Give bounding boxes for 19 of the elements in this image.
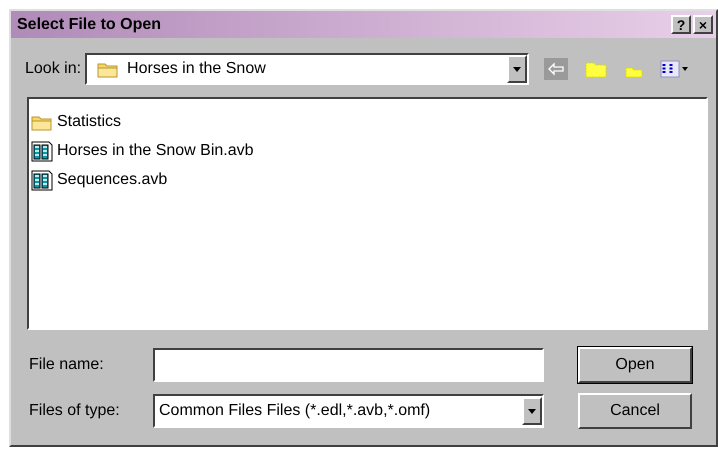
film-file-icon	[31, 168, 53, 190]
file-item[interactable]: Sequences.avb	[57, 170, 168, 188]
film-file-icon	[31, 140, 53, 162]
file-item[interactable]: Statistics	[57, 112, 122, 130]
file-type-label: Files of type:	[29, 402, 121, 420]
file-name-label: File name:	[29, 356, 105, 374]
file-type-dropdown[interactable]: Common Files Files (*.edl,*.avb,*.omf)	[153, 394, 544, 428]
cancel-button[interactable]: Cancel	[578, 393, 692, 429]
open-button[interactable]: Open	[578, 347, 692, 383]
file-item[interactable]: Horses in the Snow Bin.avb	[57, 142, 254, 160]
list-view-icon[interactable]	[659, 59, 690, 79]
file-type-value: Common Files Files (*.edl,*.avb,*.omf)	[159, 402, 432, 420]
close-button[interactable]: ×	[693, 15, 713, 34]
look-in-dropdown[interactable]: Horses in the Snow	[85, 53, 530, 85]
help-button[interactable]: ?	[671, 15, 691, 34]
look-in-value: Horses in the Snow	[127, 60, 267, 78]
window-title: Select File to Open	[17, 16, 162, 34]
look-in-label: Look in:	[25, 60, 82, 78]
file-name-field[interactable]	[153, 348, 544, 382]
